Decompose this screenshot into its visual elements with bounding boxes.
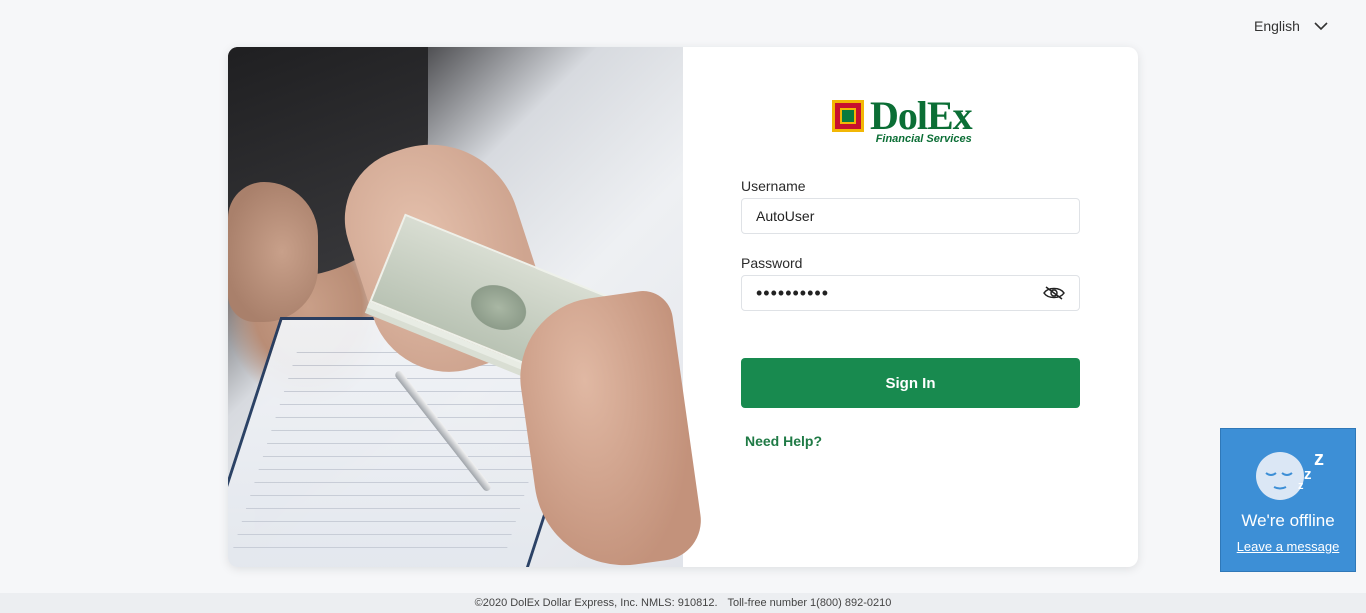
footer-copyright: ©2020 DolEx Dollar Express, Inc. NMLS: 9… <box>474 597 718 609</box>
svg-text:z: z <box>1304 466 1312 483</box>
sleeping-face-icon: z z z <box>1256 448 1324 500</box>
need-help-link[interactable]: Need Help? <box>745 433 822 449</box>
username-value: AutoUser <box>756 208 815 224</box>
chat-status: We're offline <box>1241 511 1335 530</box>
dolex-logo: DolEx Financial Services <box>832 93 973 145</box>
svg-text:z: z <box>1314 448 1324 470</box>
footer-tollfree: Toll-free number 1(800) 892-0210 <box>727 597 892 609</box>
footer: ©2020 DolEx Dollar Express, Inc. NMLS: 9… <box>0 593 1366 613</box>
login-card: DolEx Financial Services Username AutoUs… <box>228 47 1138 567</box>
chat-widget[interactable]: z z z We're offline Leave a message <box>1220 428 1356 572</box>
password-value: •••••••••• <box>756 282 830 303</box>
language-selector[interactable]: English <box>1254 18 1328 34</box>
username-label: Username <box>741 178 806 194</box>
sign-in-button[interactable]: Sign In <box>741 358 1080 408</box>
language-label: English <box>1254 18 1300 34</box>
username-field[interactable]: AutoUser <box>741 198 1080 234</box>
leave-message-link[interactable]: Leave a message <box>1221 539 1355 554</box>
password-label: Password <box>741 255 803 271</box>
dolex-emblem-icon <box>832 100 864 132</box>
logo-brand: DolEx <box>870 93 973 138</box>
logo-tagline: Financial Services <box>875 133 972 145</box>
eye-slash-icon[interactable] <box>1043 286 1065 300</box>
chevron-down-icon <box>1314 21 1328 30</box>
login-form: DolEx Financial Services Username AutoUs… <box>683 47 1138 567</box>
hero-image <box>228 47 707 567</box>
password-field[interactable]: •••••••••• <box>741 275 1080 311</box>
